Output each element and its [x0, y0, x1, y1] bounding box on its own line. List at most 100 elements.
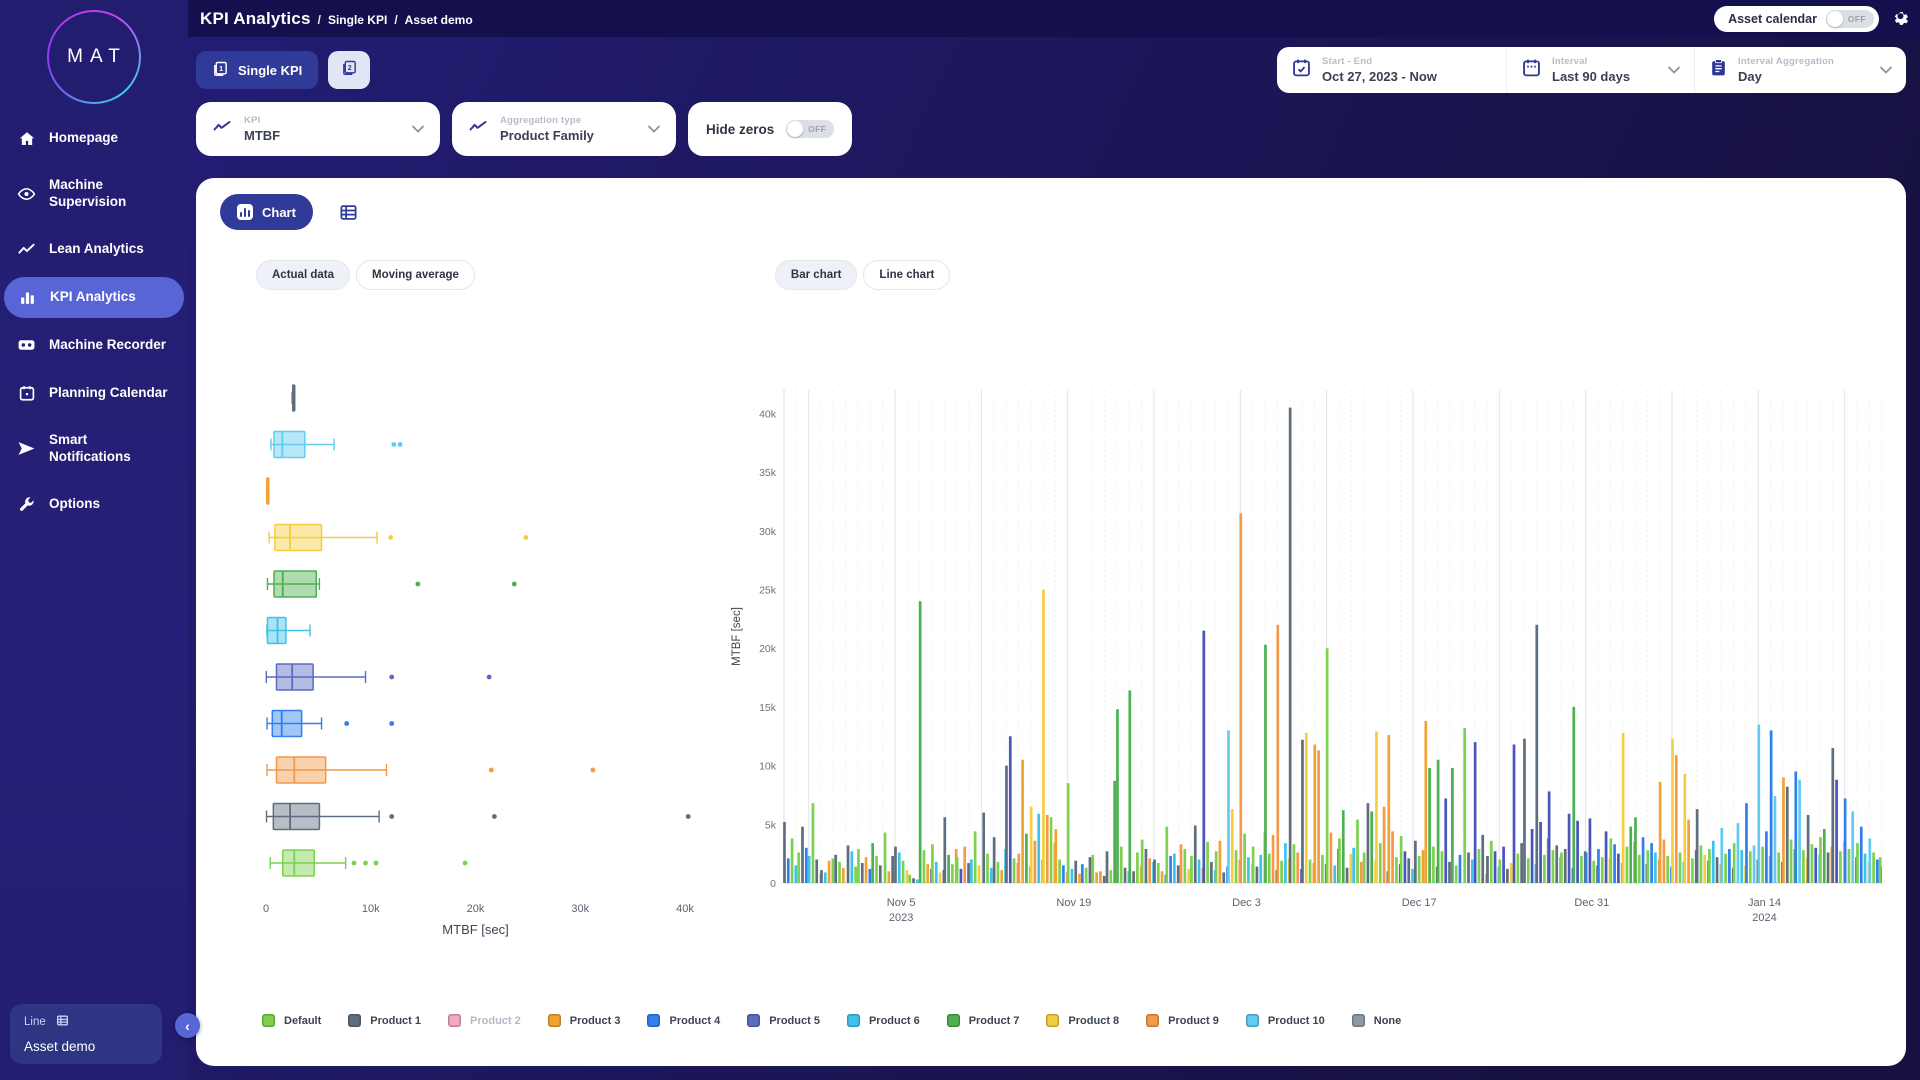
legend-label: Product 4 [669, 1015, 720, 1027]
legend-item[interactable]: Product 6 [847, 1014, 920, 1027]
hide-zeros-toggle[interactable]: OFF [786, 120, 834, 138]
asset-calendar-toggle[interactable]: OFF [1826, 10, 1874, 28]
legend-swatch [548, 1014, 561, 1027]
legend-item[interactable]: None [1352, 1014, 1402, 1027]
gear-icon[interactable] [1891, 9, 1910, 28]
sidebar-item-homepage[interactable]: Homepage [0, 118, 188, 159]
svg-text:MTBF [sec]: MTBF [sec] [731, 607, 743, 666]
sidebar-item-label: Options [49, 496, 100, 513]
top-bar: KPI Analytics / Single KPI / Asset demo … [188, 0, 1920, 37]
chevron-down-icon [412, 120, 424, 138]
svg-text:20k: 20k [759, 643, 777, 655]
line-chart-button[interactable]: Line chart [863, 260, 950, 290]
chart-card: Chart Actual data Moving average Bar cha… [196, 178, 1906, 1066]
breadcrumb: KPI Analytics / Single KPI / Asset demo [200, 9, 473, 29]
svg-text:5k: 5k [765, 819, 777, 831]
legend-item[interactable]: Product 8 [1046, 1014, 1119, 1027]
tab-chart[interactable]: Chart [220, 194, 313, 230]
tab-multi-kpi[interactable]: 2 [328, 51, 370, 89]
legend-swatch [348, 1014, 361, 1027]
kpi-value: MTBF [244, 128, 386, 143]
chart-legend: Default Product 1 Product 2 Product 3 Produc… [262, 1014, 1882, 1027]
sidebar-item-kpi-analytics[interactable]: KPI Analytics [4, 277, 184, 318]
interval-value: Last 90 days [1552, 69, 1644, 84]
breadcrumb-seg-1: Single KPI [328, 13, 387, 27]
svg-text:2024: 2024 [1752, 912, 1776, 924]
sidebar-menu: Homepage Machine Supervision Lean Analyt… [0, 118, 188, 525]
svg-text:Nov 5: Nov 5 [887, 897, 916, 909]
legend-label: Product 2 [470, 1015, 521, 1027]
svg-text:40k: 40k [676, 903, 694, 915]
legend-item[interactable]: Product 1 [348, 1014, 421, 1027]
aggregation-type-select[interactable]: Aggregation type Product Family [452, 102, 676, 156]
sidebar-item-label: Machine Supervision [49, 177, 138, 211]
eye-icon [17, 184, 36, 203]
sidebar-item-label: Machine Recorder [49, 337, 166, 354]
legend-swatch [647, 1014, 660, 1027]
legend-swatch [448, 1014, 461, 1027]
chart-mini-icon [237, 204, 253, 220]
legend-label: Product 7 [969, 1015, 1020, 1027]
interval-select[interactable]: Interval Last 90 days [1506, 47, 1694, 93]
moving-average-button[interactable]: Moving average [356, 260, 475, 290]
boxplot-chart: 010k20k30k40kMTBF [sec] [248, 368, 718, 990]
legend-swatch [847, 1014, 860, 1027]
legend-item[interactable]: Product 3 [548, 1014, 621, 1027]
legend-item[interactable]: Product 10 [1246, 1014, 1325, 1027]
sidebar-item-options[interactable]: Options [0, 484, 188, 525]
calendar-icon [1521, 57, 1542, 83]
home-icon [17, 129, 36, 148]
date-controls: Start - End Oct 27, 2023 - Now Interval … [1277, 47, 1906, 93]
chevron-left-icon: ‹ [185, 1018, 190, 1034]
interval-aggregation-select[interactable]: Interval Aggregation Day [1694, 47, 1906, 93]
legend-item[interactable]: Product 5 [747, 1014, 820, 1027]
trend-icon [17, 240, 36, 259]
breadcrumb-seg-2: Asset demo [405, 13, 473, 27]
legend-item[interactable]: Product 2 [448, 1014, 521, 1027]
sidebar-item-planning-calendar[interactable]: Planning Calendar [0, 373, 188, 414]
sidebar-collapse-button[interactable]: ‹ [175, 1013, 200, 1038]
asset-calendar-label: Asset calendar [1728, 12, 1817, 26]
sidebar-item-machine-recorder[interactable]: Machine Recorder [0, 325, 188, 366]
sidebar-item-machine-supervision[interactable]: Machine Supervision [0, 166, 148, 222]
sidebar: MAT Homepage Machine Supervision Lean An… [0, 0, 188, 1080]
logo-text: MAT [61, 46, 127, 68]
hide-zeros-control: Hide zeros OFF [688, 102, 852, 156]
date-range-value: Oct 27, 2023 - Now [1322, 69, 1492, 84]
line-info-card[interactable]: Line Asset demo [10, 1004, 162, 1064]
legend-item[interactable]: Product 7 [947, 1014, 1020, 1027]
legend-item[interactable]: Product 9 [1146, 1014, 1219, 1027]
sidebar-item-smart-notifications[interactable]: Smart Notifications [0, 421, 148, 477]
legend-label: None [1374, 1015, 1402, 1027]
legend-item[interactable]: Product 4 [647, 1014, 720, 1027]
kpi-select[interactable]: KPI MTBF [196, 102, 440, 156]
tab-single-kpi-label: Single KPI [238, 63, 302, 78]
tab-single-kpi[interactable]: 1 Single KPI [196, 51, 318, 89]
legend-swatch [947, 1014, 960, 1027]
legend-label: Product 9 [1168, 1015, 1219, 1027]
interval-label: Interval [1552, 56, 1644, 67]
wrench-icon [17, 495, 36, 514]
legend-item[interactable]: Default [262, 1014, 321, 1027]
svg-text:Jan 14: Jan 14 [1748, 897, 1781, 909]
hide-zeros-label: Hide zeros [706, 122, 774, 137]
svg-text:0: 0 [770, 878, 776, 890]
actual-data-button[interactable]: Actual data [256, 260, 350, 290]
sidebar-item-label: Planning Calendar [49, 385, 168, 402]
legend-swatch [1146, 1014, 1159, 1027]
svg-text:30k: 30k [759, 526, 777, 538]
legend-swatch [1046, 1014, 1059, 1027]
aggregation-type-label: Aggregation type [500, 115, 622, 126]
bar-chart-icon [18, 288, 37, 307]
date-range-control[interactable]: Start - End Oct 27, 2023 - Now [1277, 47, 1506, 93]
chevron-down-icon [648, 120, 660, 138]
asset-calendar-toggle-pill[interactable]: Asset calendar OFF [1714, 6, 1879, 32]
app-logo: MAT [47, 10, 141, 104]
legend-swatch [262, 1014, 275, 1027]
table-view-icon[interactable] [339, 203, 358, 222]
sidebar-item-lean-analytics[interactable]: Lean Analytics [0, 229, 188, 270]
calendar-check-icon [1291, 57, 1312, 83]
bar-chart-button[interactable]: Bar chart [775, 260, 858, 290]
svg-text:35k: 35k [759, 467, 777, 479]
legend-swatch [747, 1014, 760, 1027]
